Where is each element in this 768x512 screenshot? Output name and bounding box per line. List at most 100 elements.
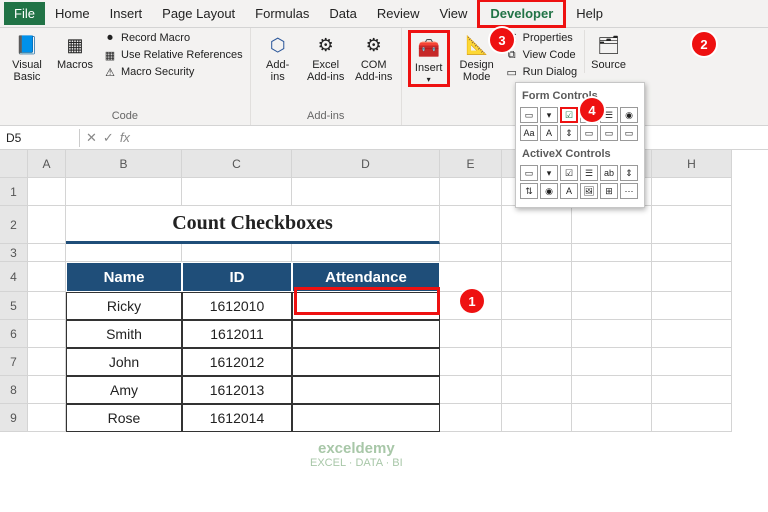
cancel-icon[interactable]: ✕	[86, 130, 97, 146]
cell-C7[interactable]: 1612012	[182, 348, 292, 376]
form-group[interactable]: Aa	[520, 125, 538, 141]
macros-button[interactable]: ▦ Macros	[54, 30, 96, 73]
col-H[interactable]: H	[652, 150, 732, 178]
cell-E7[interactable]	[440, 348, 502, 376]
cell-D1[interactable]	[292, 178, 440, 206]
cell-B4[interactable]: Name	[66, 262, 182, 292]
tab-home[interactable]: Home	[45, 2, 100, 25]
cell-A2[interactable]	[28, 206, 66, 244]
cell-H6[interactable]	[652, 320, 732, 348]
tab-formulas[interactable]: Formulas	[245, 2, 319, 25]
cell-G3[interactable]	[572, 244, 652, 262]
cell-A5[interactable]	[28, 292, 66, 320]
cell-B5[interactable]: Ricky	[66, 292, 182, 320]
ax-list[interactable]: ☰	[580, 165, 598, 181]
cell-H1[interactable]	[652, 178, 732, 206]
cell-H8[interactable]	[652, 376, 732, 404]
cell-C9[interactable]: 1612014	[182, 404, 292, 432]
com-addins-button[interactable]: ⚙COM Add-ins	[353, 30, 395, 85]
row-4[interactable]: 4	[0, 262, 28, 292]
cell-A6[interactable]	[28, 320, 66, 348]
formula-input[interactable]	[136, 136, 768, 140]
excel-addins-button[interactable]: ⚙Excel Add-ins	[305, 30, 347, 85]
row-2[interactable]: 2	[0, 206, 28, 244]
row-6[interactable]: 6	[0, 320, 28, 348]
ax-button[interactable]: ▭	[520, 165, 538, 181]
cell-A8[interactable]	[28, 376, 66, 404]
cell-E8[interactable]	[440, 376, 502, 404]
tab-pagelayout[interactable]: Page Layout	[152, 2, 245, 25]
cell-H5[interactable]	[652, 292, 732, 320]
cell-B6[interactable]: Smith	[66, 320, 182, 348]
row-1[interactable]: 1	[0, 178, 28, 206]
tab-view[interactable]: View	[429, 2, 477, 25]
row-8[interactable]: 8	[0, 376, 28, 404]
visual-basic-button[interactable]: 📘 Visual Basic	[6, 30, 48, 85]
cell-D8[interactable]	[292, 376, 440, 404]
record-macro-button[interactable]: ⏺Record Macro	[102, 30, 244, 46]
cell-A3[interactable]	[28, 244, 66, 262]
select-all[interactable]	[0, 150, 28, 178]
cell-H3[interactable]	[652, 244, 732, 262]
properties-button[interactable]: ☰Properties	[504, 30, 578, 46]
ax-spin[interactable]: ⇅	[520, 183, 538, 199]
cell-F6[interactable]	[502, 320, 572, 348]
tab-review[interactable]: Review	[367, 2, 430, 25]
cell-D3[interactable]	[292, 244, 440, 262]
tab-data[interactable]: Data	[319, 2, 366, 25]
cell-C6[interactable]: 1612011	[182, 320, 292, 348]
form-combo[interactable]: ▾	[540, 107, 558, 123]
tab-file[interactable]: File	[4, 2, 45, 25]
col-B[interactable]: B	[66, 150, 182, 178]
enter-icon[interactable]: ✓	[103, 130, 114, 146]
cell-C1[interactable]	[182, 178, 292, 206]
cell-F7[interactable]	[502, 348, 572, 376]
cell-F9[interactable]	[502, 404, 572, 432]
form-label[interactable]: A	[540, 125, 558, 141]
cell-G5[interactable]	[572, 292, 652, 320]
ax-checkbox[interactable]: ☑	[560, 165, 578, 181]
ax-more[interactable]: ⋯	[620, 183, 638, 199]
cell-D6[interactable]	[292, 320, 440, 348]
cell-C5[interactable]: 1612010	[182, 292, 292, 320]
cell-E3[interactable]	[440, 244, 502, 262]
cell-F4[interactable]	[502, 262, 572, 292]
cell-B9[interactable]: Rose	[66, 404, 182, 432]
cell-F8[interactable]	[502, 376, 572, 404]
col-D[interactable]: D	[292, 150, 440, 178]
run-dialog-button[interactable]: ▭Run Dialog	[504, 64, 578, 80]
cell-A4[interactable]	[28, 262, 66, 292]
fx-icon[interactable]: fx	[120, 130, 130, 146]
col-C[interactable]: C	[182, 150, 292, 178]
ax-label[interactable]: A	[560, 183, 578, 199]
cell-H4[interactable]	[652, 262, 732, 292]
ax-image[interactable]: 🖼	[580, 183, 598, 199]
row-3[interactable]: 3	[0, 244, 28, 262]
col-E[interactable]: E	[440, 150, 502, 178]
cell-B8[interactable]: Amy	[66, 376, 182, 404]
name-box[interactable]: D5	[0, 129, 80, 147]
form-option[interactable]: ◉	[620, 107, 638, 123]
ax-option[interactable]: ◉	[540, 183, 558, 199]
cell-H2[interactable]	[652, 206, 732, 244]
tab-help[interactable]: Help	[566, 2, 613, 25]
cell-E2[interactable]	[440, 206, 502, 244]
cell-G2[interactable]	[572, 206, 652, 244]
cell-F3[interactable]	[502, 244, 572, 262]
cell-G8[interactable]	[572, 376, 652, 404]
row-7[interactable]: 7	[0, 348, 28, 376]
ax-text[interactable]: ab	[600, 165, 618, 181]
tab-insert[interactable]: Insert	[100, 2, 153, 25]
cell-H7[interactable]	[652, 348, 732, 376]
cell-A7[interactable]	[28, 348, 66, 376]
cell-E1[interactable]	[440, 178, 502, 206]
form-x2[interactable]: ▭	[600, 125, 618, 141]
cell-D7[interactable]	[292, 348, 440, 376]
view-code-button[interactable]: ⧉View Code	[504, 47, 578, 63]
cell-E4[interactable]	[440, 262, 502, 292]
cell-H9[interactable]	[652, 404, 732, 432]
relative-refs-button[interactable]: ▦Use Relative References	[102, 47, 244, 63]
cell-G6[interactable]	[572, 320, 652, 348]
insert-controls-button[interactable]: 🧰 Insert ▾	[408, 30, 450, 87]
macro-security-button[interactable]: ⚠Macro Security	[102, 64, 244, 80]
